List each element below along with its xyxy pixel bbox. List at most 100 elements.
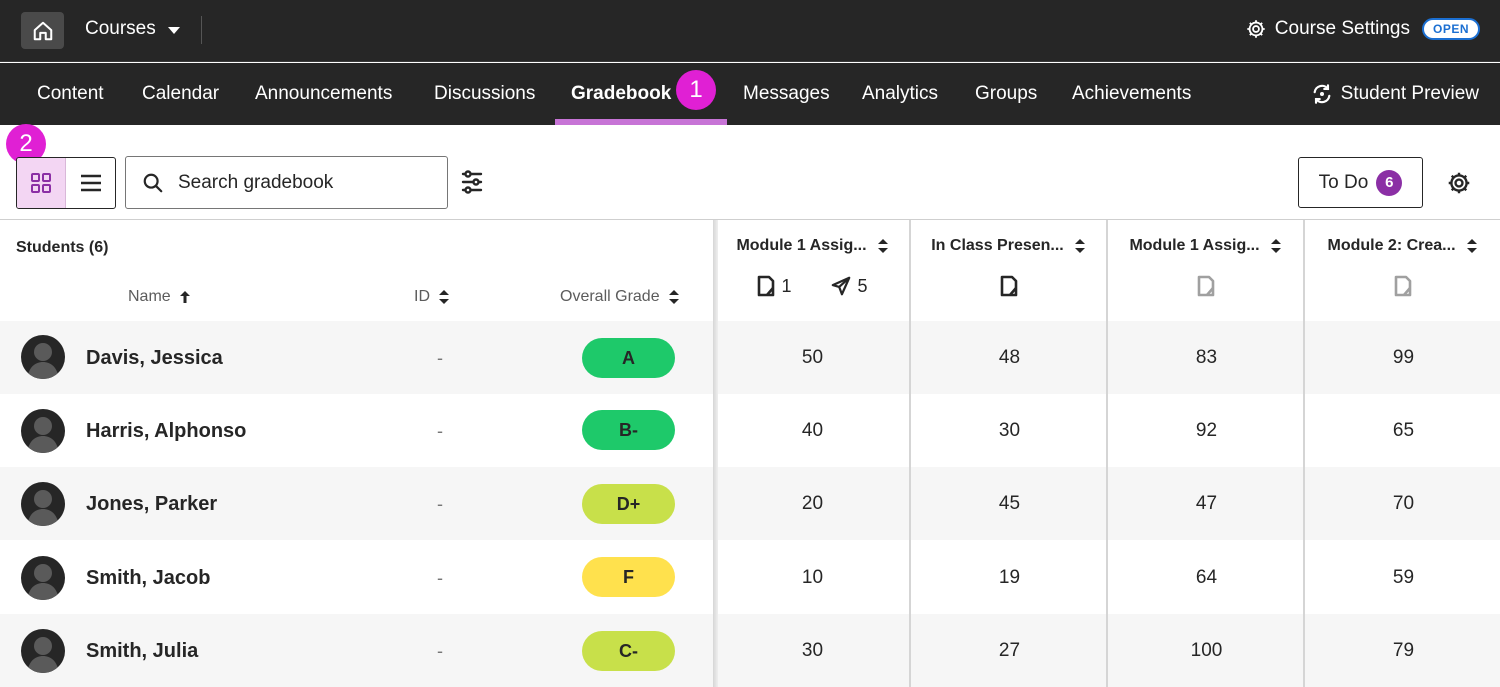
grade-cell[interactable]: 79 — [1305, 640, 1500, 662]
tab-analytics[interactable]: Analytics — [862, 63, 938, 125]
id-column-label: ID — [414, 288, 430, 305]
table-row: Harris, Alphonso - B- 40 30 92 65 — [0, 394, 1500, 467]
tab-messages[interactable]: Messages — [743, 63, 830, 125]
column-divider — [909, 220, 911, 687]
overall-grade-column-header[interactable]: Overall Grade — [560, 288, 680, 306]
name-column-header[interactable]: Name — [128, 288, 191, 306]
sent-count: 5 — [857, 275, 868, 296]
grade-cell[interactable]: 45 — [911, 493, 1108, 515]
callout-marker: 1 — [676, 70, 716, 110]
overall-grade-pill[interactable]: B- — [582, 410, 675, 450]
grade-column-header[interactable]: Module 2: Crea... — [1305, 220, 1500, 321]
sort-icon — [668, 290, 679, 304]
sort-icon — [1270, 239, 1281, 253]
grade-column-header[interactable]: Module 1 Assig... — [1108, 220, 1303, 321]
grade-cell[interactable]: 19 — [911, 567, 1108, 589]
submission-icon — [1394, 275, 1411, 297]
tab-groups[interactable]: Groups — [975, 63, 1037, 125]
student-id: - — [437, 421, 443, 441]
avatar-placeholder-icon — [27, 564, 59, 600]
frozen-column-divider — [713, 220, 718, 687]
student-name[interactable]: Davis, Jessica — [86, 347, 223, 370]
courses-menu[interactable]: Courses — [85, 18, 180, 40]
tab-content[interactable]: Content — [37, 63, 104, 125]
submission-icon — [1197, 275, 1214, 297]
grade-cell[interactable]: 70 — [1305, 493, 1500, 515]
avatar — [21, 409, 65, 453]
gradebook-settings-icon[interactable] — [1446, 170, 1472, 196]
top-bar: Courses Course Settings OPEN — [0, 0, 1500, 62]
grade-cell[interactable]: 99 — [1305, 347, 1500, 369]
overall-grade-column-label: Overall Grade — [560, 288, 660, 305]
overall-grade-pill[interactable]: D+ — [582, 484, 675, 524]
tab-announcements[interactable]: Announcements — [255, 63, 392, 125]
sort-icon — [439, 290, 449, 304]
overall-grade-pill[interactable]: F — [582, 557, 675, 597]
avatar — [21, 482, 65, 526]
student-preview-button[interactable]: Student Preview — [1311, 63, 1479, 125]
search-field[interactable] — [125, 156, 448, 209]
grade-cell[interactable]: 47 — [1108, 493, 1305, 515]
student-id: - — [437, 641, 443, 661]
send-icon — [831, 276, 850, 296]
grade-cell[interactable]: 27 — [911, 640, 1108, 662]
student-name[interactable]: Harris, Alphonso — [86, 420, 246, 443]
grade-column-header[interactable]: Module 1 Assig... 1 5 — [716, 220, 909, 321]
student-name[interactable]: Smith, Jacob — [86, 567, 210, 590]
student-name[interactable]: Smith, Julia — [86, 640, 198, 663]
sort-ascending-icon — [179, 291, 190, 303]
table-row: Davis, Jessica - A 50 48 83 99 — [0, 321, 1500, 394]
active-tab-indicator — [555, 119, 727, 125]
view-toggle — [16, 157, 116, 209]
avatar — [21, 335, 65, 379]
submission-count: 1 — [781, 275, 792, 296]
todo-button[interactable]: To Do 6 — [1298, 157, 1423, 208]
grid-view-button[interactable] — [17, 158, 66, 208]
filter-icon — [461, 170, 483, 194]
student-id: - — [437, 348, 443, 368]
todo-count-badge: 6 — [1376, 169, 1403, 196]
tab-calendar[interactable]: Calendar — [142, 63, 219, 125]
grade-cell[interactable]: 20 — [714, 493, 911, 515]
list-view-button[interactable] — [66, 158, 115, 208]
table-row: Jones, Parker - D+ 20 45 47 70 — [0, 467, 1500, 540]
grade-cell[interactable]: 10 — [714, 567, 911, 589]
grade-cell[interactable]: 100 — [1108, 640, 1305, 662]
id-column-header[interactable]: ID — [414, 288, 450, 306]
submission-icon — [1000, 275, 1017, 297]
avatar-placeholder-icon — [27, 490, 59, 526]
home-button[interactable] — [21, 12, 64, 49]
avatar-placeholder-icon — [27, 417, 59, 453]
todo-label: To Do — [1318, 171, 1369, 193]
filter-button[interactable] — [458, 167, 486, 197]
student-preview-label: Student Preview — [1340, 83, 1479, 104]
tab-discussions[interactable]: Discussions — [434, 63, 535, 125]
list-icon — [80, 174, 101, 192]
grade-cell[interactable]: 40 — [714, 420, 911, 442]
course-nav: Content Calendar Announcements Discussio… — [0, 63, 1500, 125]
overall-grade-pill[interactable]: A — [582, 338, 675, 378]
tab-gradebook[interactable]: Gradebook — [571, 63, 671, 125]
column-divider — [1106, 220, 1108, 687]
sort-icon — [877, 239, 888, 253]
grade-cell[interactable]: 50 — [714, 347, 911, 369]
grade-cell[interactable]: 48 — [911, 347, 1108, 369]
grade-cell[interactable]: 92 — [1108, 420, 1305, 442]
course-settings-button[interactable]: Course Settings OPEN — [1245, 18, 1480, 40]
student-name[interactable]: Jones, Parker — [86, 493, 217, 516]
search-input[interactable] — [178, 171, 418, 194]
gear-icon — [1247, 20, 1265, 38]
avatar-placeholder-icon — [27, 637, 59, 673]
avatar — [21, 629, 65, 673]
grade-cell[interactable]: 65 — [1305, 420, 1500, 442]
name-column-label: Name — [128, 288, 171, 305]
grade-cell[interactable]: 30 — [714, 640, 911, 662]
grade-column-title: Module 2: Crea... — [1327, 237, 1456, 254]
overall-grade-pill[interactable]: C- — [582, 631, 675, 671]
grade-column-header[interactable]: In Class Presen... — [911, 220, 1106, 321]
grade-cell[interactable]: 30 — [911, 420, 1108, 442]
tab-achievements[interactable]: Achievements — [1072, 63, 1191, 125]
grade-cell[interactable]: 59 — [1305, 567, 1500, 589]
grade-cell[interactable]: 83 — [1108, 347, 1305, 369]
grade-cell[interactable]: 64 — [1108, 567, 1305, 589]
